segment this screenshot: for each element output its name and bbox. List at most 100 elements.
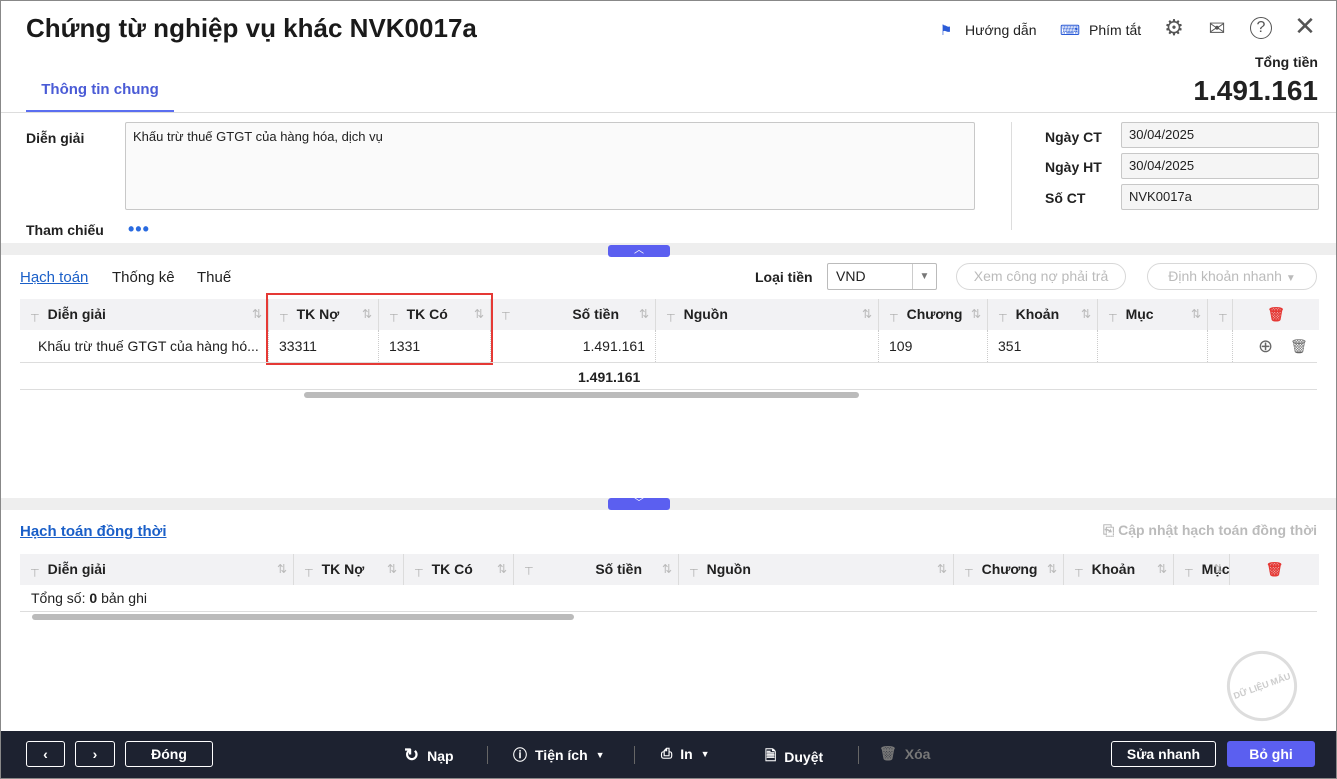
reload-button[interactable]: ↻ Nạp bbox=[404, 745, 454, 766]
pin-icon[interactable]: ⊥ bbox=[666, 301, 676, 332]
column-label: Khoản bbox=[1091, 561, 1136, 577]
column-header-8[interactable]: ⊥ bbox=[1208, 299, 1233, 330]
column-header-3[interactable]: ⊥ Số tiền ⇅ bbox=[491, 299, 656, 330]
column-header-6[interactable]: ⊥ Khoản ⇅ bbox=[1064, 554, 1174, 585]
sort-icon[interactable]: ⇅ bbox=[252, 299, 262, 330]
shortcuts-button[interactable]: ⌨ Phím tắt bbox=[1059, 19, 1141, 41]
approve-button[interactable]: 🗎 Duyệt bbox=[765, 745, 823, 769]
prev-button[interactable]: ‹ bbox=[26, 741, 65, 767]
tab-statistics[interactable]: Thống kê bbox=[112, 269, 175, 286]
tab-general-info[interactable]: Thông tin chung bbox=[26, 71, 174, 113]
tab-accounting[interactable]: Hạch toán bbox=[20, 269, 88, 286]
pin-icon[interactable]: ⊥ bbox=[964, 556, 974, 587]
divider bbox=[20, 611, 1317, 612]
chevron-down-icon: ▼ bbox=[1285, 273, 1296, 284]
pin-icon[interactable]: ⊥ bbox=[304, 556, 314, 587]
tab-tax[interactable]: Thuế bbox=[197, 269, 231, 286]
delete-all-icon[interactable]: 🗑 bbox=[1230, 554, 1319, 585]
reference-label: Tham chiếu bbox=[26, 222, 104, 238]
pin-icon[interactable]: ⊥ bbox=[30, 556, 40, 587]
info-icon: ⓘ bbox=[513, 747, 527, 763]
column-header-1[interactable]: ⊥ TK Nợ ⇅ bbox=[294, 554, 404, 585]
mail-forward-icon[interactable]: ✉ bbox=[1206, 17, 1228, 40]
pin-icon[interactable]: ⊥ bbox=[1218, 301, 1228, 332]
sort-icon[interactable]: ⇅ bbox=[387, 554, 397, 585]
column-header-0[interactable]: ⊥ Diễn giải ⇅ bbox=[20, 554, 294, 585]
pin-icon[interactable]: ⊥ bbox=[1184, 556, 1194, 587]
update-simultaneous-button[interactable]: ⎘ Cập nhật hạch toán đồng thời bbox=[1103, 522, 1317, 539]
column-header-7[interactable]: ⊥ Mục ⇅ bbox=[1098, 299, 1208, 330]
column-label: Khoản bbox=[1015, 306, 1060, 322]
chevron-down-icon: ▼ bbox=[700, 748, 710, 759]
column-header-3[interactable]: ⊥ Số tiền ⇅ bbox=[514, 554, 679, 585]
sort-icon[interactable]: ⇅ bbox=[1081, 299, 1091, 330]
pin-icon[interactable]: ⊥ bbox=[1108, 301, 1118, 332]
next-button[interactable]: › bbox=[75, 741, 115, 767]
printer-icon: ⎙ bbox=[661, 745, 673, 761]
simultaneous-title[interactable]: Hạch toán đồng thời bbox=[20, 523, 166, 540]
quick-entry-button[interactable]: Định khoản nhanh ▼ bbox=[1147, 263, 1317, 290]
description-input[interactable]: Khấu trừ thuế GTGT của hàng hóa, dịch vụ bbox=[125, 122, 975, 210]
sort-icon[interactable]: ⇅ bbox=[1157, 554, 1167, 585]
pin-icon[interactable]: ⊥ bbox=[501, 299, 511, 330]
so-ct-field[interactable]: NVK0017a bbox=[1121, 184, 1319, 210]
currency-label: Loại tiền bbox=[755, 269, 813, 285]
currency-select[interactable]: VND ▼ bbox=[827, 263, 937, 290]
trash-icon[interactable]: 🗑 bbox=[1280, 330, 1310, 362]
document-icon: 🗎 bbox=[765, 747, 777, 763]
column-header-4[interactable]: ⊥ Nguồn ⇅ bbox=[679, 554, 954, 585]
column-header-4[interactable]: ⊥ Nguồn ⇅ bbox=[656, 299, 879, 330]
pin-icon[interactable]: ⊥ bbox=[414, 556, 424, 587]
date-ht-field[interactable]: 30/04/2025 bbox=[1121, 153, 1319, 179]
sort-icon[interactable]: ⇅ bbox=[1047, 554, 1057, 585]
divider bbox=[858, 746, 859, 764]
close-button[interactable]: Đóng bbox=[125, 741, 213, 767]
sort-icon[interactable]: ⇅ bbox=[862, 299, 872, 330]
close-icon[interactable]: ✕ bbox=[1294, 11, 1316, 41]
column-label: Nguồn bbox=[683, 306, 728, 322]
utilities-button[interactable]: ⓘ Tiện ích ▼ bbox=[513, 745, 605, 765]
gear-icon[interactable]: ⚙ bbox=[1163, 15, 1185, 40]
sort-icon[interactable]: ⇅ bbox=[971, 299, 981, 330]
sort-icon[interactable]: ⇅ bbox=[662, 554, 672, 585]
chevron-down-icon: ▼ bbox=[912, 264, 936, 289]
date-ht-label: Ngày HT bbox=[1045, 159, 1102, 175]
pin-icon[interactable]: ⊥ bbox=[998, 301, 1008, 332]
column-header-5[interactable]: ⊥ Chương ⇅ bbox=[954, 554, 1064, 585]
collapse-up-button[interactable]: ︿ bbox=[608, 245, 670, 257]
column-header-2[interactable]: ⊥ TK Có ⇅ bbox=[404, 554, 514, 585]
table-cell bbox=[1098, 330, 1208, 362]
sort-icon[interactable]: ⇅ bbox=[497, 554, 507, 585]
date-ct-field[interactable]: 30/04/2025 bbox=[1121, 122, 1319, 148]
pin-icon[interactable]: ⊥ bbox=[30, 301, 40, 332]
sort-icon[interactable]: ⇅ bbox=[1213, 554, 1223, 585]
add-row-icon[interactable]: ⊕ bbox=[1248, 330, 1272, 362]
save-button[interactable]: Bỏ ghi bbox=[1227, 741, 1315, 767]
column-label: TK Nợ bbox=[321, 561, 365, 577]
more-icon[interactable]: ••• bbox=[128, 219, 150, 240]
sort-icon[interactable]: ⇅ bbox=[937, 554, 947, 585]
sort-icon[interactable]: ⇅ bbox=[639, 299, 649, 330]
delete-button[interactable]: 🗑 Xóa bbox=[879, 745, 930, 762]
print-button[interactable]: ⎙ In ▼ bbox=[661, 745, 710, 762]
sort-icon[interactable]: ⇅ bbox=[277, 554, 287, 585]
view-debt-button[interactable]: Xem công nợ phải trả bbox=[956, 263, 1126, 290]
horizontal-scrollbar[interactable] bbox=[304, 392, 859, 398]
pin-icon[interactable]: ⊥ bbox=[889, 301, 899, 332]
column-label: Diễn giải bbox=[47, 561, 106, 577]
so-ct-label: Số CT bbox=[1045, 190, 1086, 206]
sort-icon[interactable]: ⇅ bbox=[1191, 299, 1201, 330]
pin-icon[interactable]: ⊥ bbox=[524, 554, 534, 585]
quick-edit-button[interactable]: Sửa nhanh bbox=[1111, 741, 1216, 767]
column-header-5[interactable]: ⊥ Chương ⇅ bbox=[879, 299, 988, 330]
help-icon[interactable]: ? bbox=[1250, 17, 1272, 39]
column-header-0[interactable]: ⊥ Diễn giải ⇅ bbox=[20, 299, 269, 330]
expand-down-button[interactable]: ﹀ bbox=[608, 498, 670, 510]
pin-icon[interactable]: ⊥ bbox=[1074, 556, 1084, 587]
pin-icon[interactable]: ⊥ bbox=[689, 556, 699, 587]
column-header-7[interactable]: ⊥ Mục ⇅ bbox=[1174, 554, 1230, 585]
horizontal-scrollbar[interactable] bbox=[32, 614, 574, 620]
column-header-6[interactable]: ⊥ Khoản ⇅ bbox=[988, 299, 1098, 330]
guide-button[interactable]: ⚑ Hướng dẫn bbox=[935, 19, 1037, 41]
delete-all-icon[interactable]: 🗑 bbox=[1233, 299, 1319, 330]
